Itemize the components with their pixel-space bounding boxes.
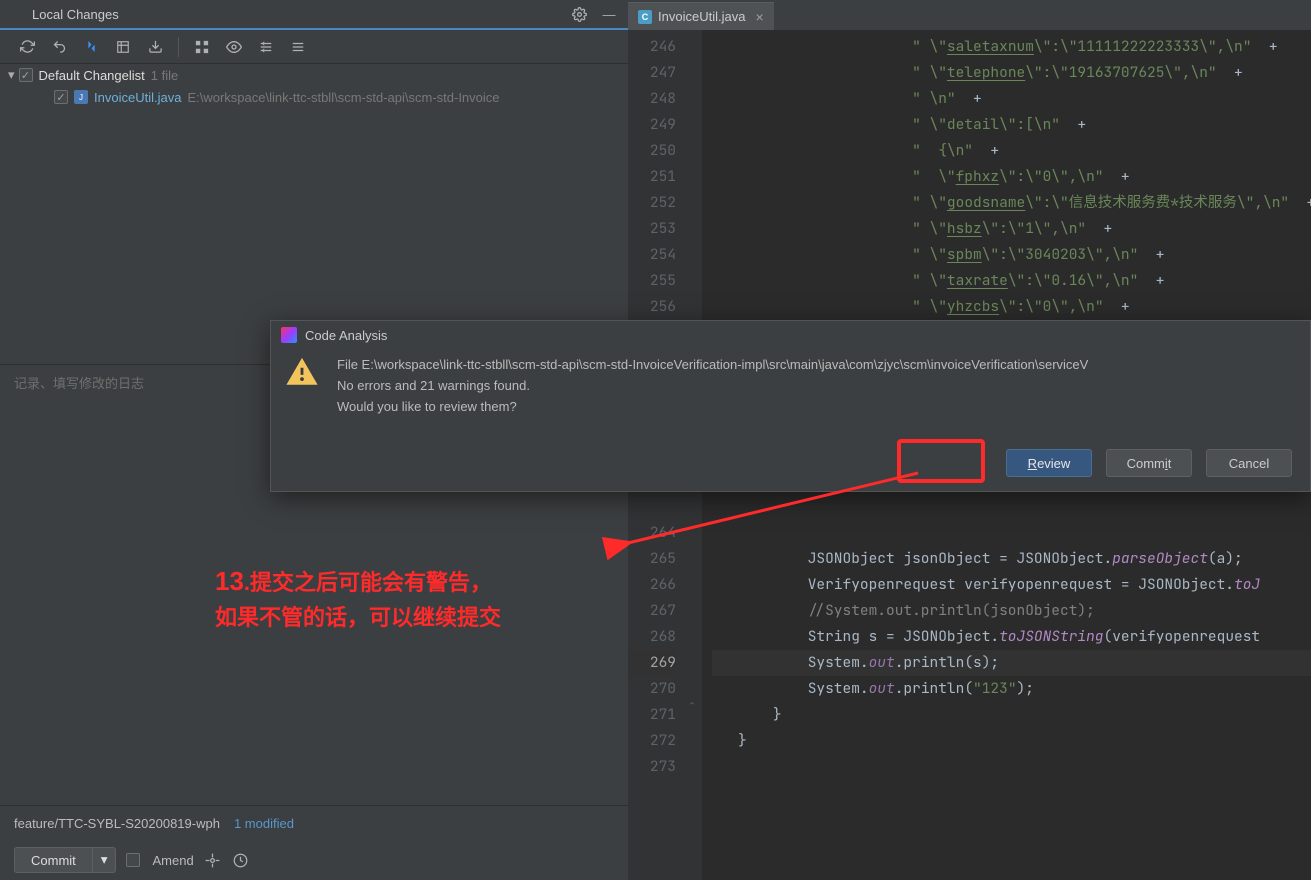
panel-title: Local Changes [10,7,119,22]
vcs-toolbar [0,30,628,64]
changelist-row[interactable]: ▾ Default Changelist 1 file [0,64,628,86]
refresh-icon[interactable] [18,38,36,56]
toolbar-separator [178,37,179,57]
gear-icon[interactable] [570,5,588,23]
changelist-label: Default Changelist [39,68,145,83]
rollback-icon[interactable] [50,38,68,56]
file-name: InvoiceUtil.java [94,90,181,105]
chevron-down-icon[interactable]: ▾ [8,67,15,83]
commit-history-icon[interactable] [232,851,250,869]
group-icon[interactable] [193,38,211,56]
dialog-titlebar: Code Analysis [271,321,1310,349]
amend-checkbox[interactable] [126,853,140,867]
annotation-number: 13 [215,566,244,596]
editor-tab[interactable]: C InvoiceUtil.java × [628,2,774,30]
commit-dropdown[interactable]: ▾ [93,847,117,873]
commit-button[interactable]: Commit [14,847,93,873]
modified-count[interactable]: 1 modified [234,816,294,831]
close-icon[interactable]: × [755,9,763,25]
intellij-icon [281,327,297,343]
warning-icon [285,355,319,389]
java-file-icon: J [74,90,88,104]
collapse-icon[interactable] [289,38,307,56]
branch-name: feature/TTC-SYBL-S20200819-wph [14,816,220,831]
amend-label: Amend [152,853,193,868]
commit-dialog-button[interactable]: Commit [1106,449,1192,477]
diff-icon[interactable] [82,38,100,56]
changelist-count: 1 file [151,68,178,83]
fold-close-icon[interactable]: ⌃ [689,698,695,711]
shelve-icon[interactable] [146,38,164,56]
cancel-button[interactable]: Cancel [1206,449,1292,477]
editor-tabs: C InvoiceUtil.java × [628,0,1311,30]
local-changes-header: Local Changes — [0,0,628,30]
annotation-text: 13.提交之后可能会有警告， 如果不管的话，可以继续提交 [215,562,501,634]
minimize-icon[interactable]: — [600,5,618,23]
changed-file-row[interactable]: J InvoiceUtil.java E:\workspace\link-ttc… [0,86,628,108]
changes-tree: ▾ Default Changelist 1 file J InvoiceUti… [0,64,628,364]
expand-icon[interactable] [257,38,275,56]
tab-title: InvoiceUtil.java [658,9,745,24]
dialog-title: Code Analysis [305,328,387,343]
java-class-icon: C [638,10,652,24]
file-checkbox[interactable] [54,90,68,104]
commit-gear-icon[interactable] [204,851,222,869]
file-path: E:\workspace\link-ttc-stbll\scm-std-api\… [187,90,499,105]
code-analysis-dialog: Code Analysis File E:\workspace\link-ttc… [270,320,1311,492]
review-button[interactable]: Review [1006,449,1092,477]
dialog-message: File E:\workspace\link-ttc-stbll\scm-std… [337,355,1296,417]
preview-icon[interactable] [225,38,243,56]
changelist-icon[interactable] [114,38,132,56]
amend-checkbox-label[interactable]: Amend [126,853,193,868]
commit-message-placeholder: 记录、填写修改的日志 [14,376,144,391]
changelist-checkbox[interactable] [19,68,33,82]
